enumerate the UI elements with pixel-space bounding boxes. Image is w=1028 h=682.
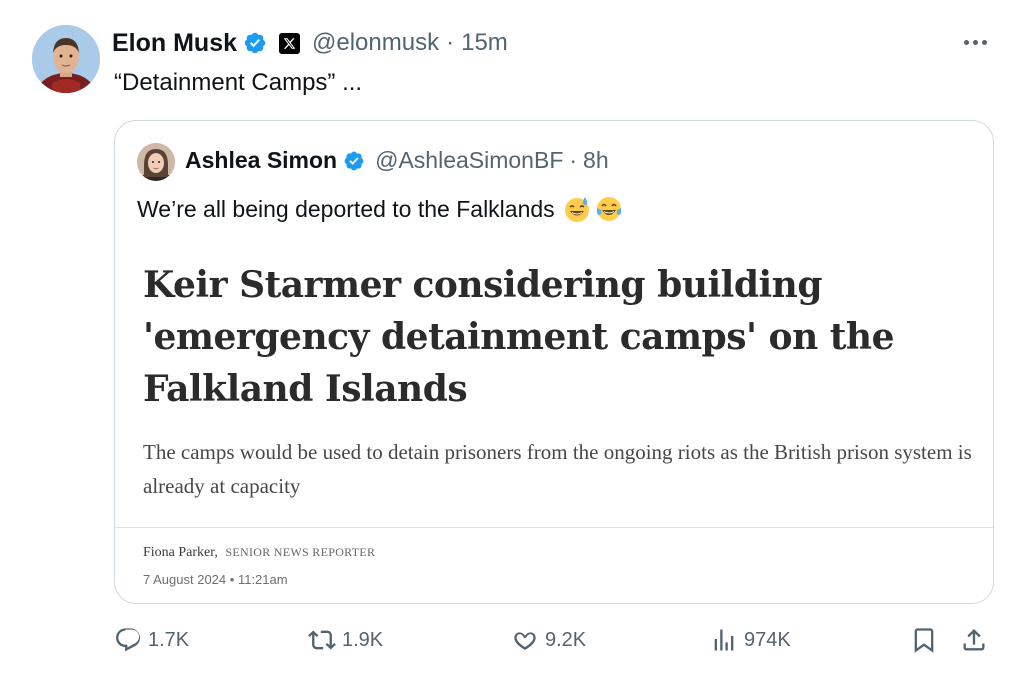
article-byline: Fiona Parker, SENIOR NEWS REPORTER	[143, 545, 375, 561]
quoted-tweet[interactable]: Ashlea Simon @AshleaSimonBF · 8h We’re a…	[114, 120, 994, 604]
quoted-tweet-text: We’re all being deported to the Falkland…	[137, 195, 555, 222]
view-count: 974K	[744, 628, 791, 651]
article-author: Fiona Parker,	[143, 545, 218, 560]
separator-dot: ·	[569, 147, 578, 173]
more-options-icon[interactable]	[958, 28, 992, 56]
author-avatar[interactable]	[32, 25, 100, 93]
tweet-header: Elon Musk @elonmusk · 15m	[112, 27, 508, 59]
share-icon	[963, 629, 985, 651]
heart-icon	[514, 632, 536, 650]
tweet-action-bar: 1.7K 1.9K 9.2K 974K	[114, 622, 994, 658]
article-headline: Keir Starmer considering building 'emerg…	[143, 264, 894, 410]
tweet-text: “Detainment Camps” ...	[114, 69, 363, 96]
separator-dot: ·	[446, 29, 455, 56]
share-button[interactable]	[960, 622, 988, 658]
quoted-author-name[interactable]: Ashlea Simon	[185, 147, 337, 174]
quoted-author-avatar[interactable]	[137, 143, 175, 181]
reply-button[interactable]: 1.7K	[114, 622, 189, 658]
verified-badge-icon	[344, 151, 364, 170]
article-date-separator: •	[229, 572, 235, 587]
tweet-card[interactable]: Elon Musk @elonmusk · 15m “Detainment Ca…	[0, 0, 1028, 682]
quoted-tweet-header: Ashlea Simon @AshleaSimonBF · 8h	[185, 147, 609, 174]
analytics-icon	[714, 629, 734, 651]
bookmark-button[interactable]	[910, 622, 938, 658]
bookmark-icon	[914, 628, 934, 653]
repost-button[interactable]: 1.9K	[308, 622, 383, 658]
x-logo-icon	[279, 32, 301, 54]
article-dateline: 7 August 2024 • 11:21am	[143, 572, 288, 587]
like-count: 9.2K	[545, 628, 587, 651]
author-handle[interactable]: @elonmusk	[312, 29, 439, 57]
like-button[interactable]: 9.2K	[511, 622, 586, 658]
article-subheading: The camps would be used to detain prison…	[143, 440, 972, 498]
article-author-role: SENIOR NEWS REPORTER	[225, 545, 376, 559]
article-time: 11:21am	[237, 572, 288, 587]
quoted-author-handle[interactable]: @AshleaSimonBF	[375, 147, 563, 174]
sweat-smile-emoji-icon	[564, 197, 589, 222]
repost-icon	[308, 630, 336, 650]
tears-of-joy-emoji-icon	[596, 197, 621, 221]
verified-badge-icon	[244, 32, 266, 54]
quoted-tweet-timestamp[interactable]: 8h	[583, 147, 609, 174]
reply-count: 1.7K	[148, 628, 190, 651]
article-date: 7 August 2024	[143, 572, 227, 587]
article-divider	[115, 527, 993, 528]
author-name[interactable]: Elon Musk	[112, 29, 237, 58]
reply-icon	[116, 628, 140, 652]
tweet-timestamp[interactable]: 15m	[461, 29, 508, 57]
repost-count: 1.9K	[342, 628, 384, 651]
views-button[interactable]: 974K	[710, 622, 791, 658]
quoted-tweet-text-row: We’re all being deported to the Falkland…	[137, 195, 623, 223]
